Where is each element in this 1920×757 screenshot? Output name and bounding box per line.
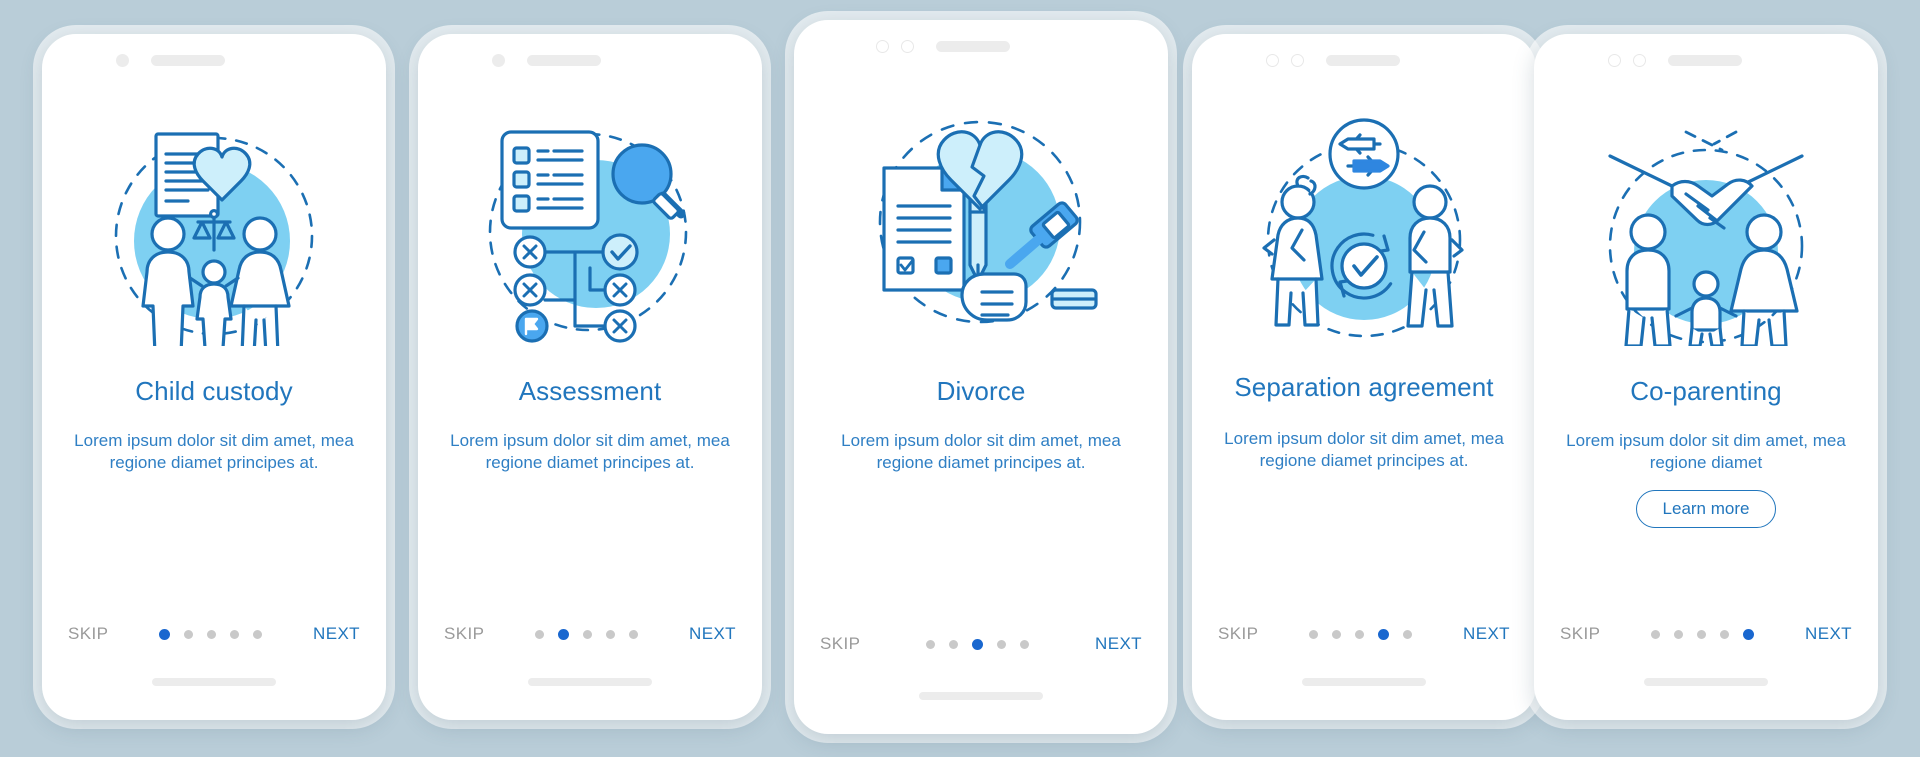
pagination-dot[interactable] bbox=[1309, 629, 1319, 639]
pill-bar-icon bbox=[936, 40, 1010, 52]
home-indicator bbox=[1302, 678, 1426, 686]
skip-button[interactable]: SKIP bbox=[820, 634, 860, 654]
pagination-dot[interactable] bbox=[972, 638, 984, 650]
pagination-dot[interactable] bbox=[230, 629, 240, 639]
pagination-dots bbox=[926, 638, 1030, 650]
next-button[interactable]: NEXT bbox=[1463, 624, 1510, 644]
page-description: Lorem ipsum dolor sit dim amet, mea regi… bbox=[450, 431, 730, 472]
circle-ring-icon bbox=[876, 39, 889, 53]
pagination-dot[interactable] bbox=[583, 629, 593, 639]
pagination-dot[interactable] bbox=[207, 629, 217, 639]
home-indicator bbox=[528, 678, 652, 686]
home-indicator bbox=[152, 678, 276, 686]
page-title: Assessment bbox=[518, 376, 662, 406]
pagination-dot[interactable] bbox=[1332, 629, 1342, 639]
status-bar bbox=[42, 34, 386, 86]
pagination-dot[interactable] bbox=[1697, 629, 1707, 639]
pagination-dot[interactable] bbox=[1674, 629, 1684, 639]
circle-ring-icon bbox=[1608, 53, 1621, 67]
page-title: Co-parenting bbox=[1630, 376, 1782, 406]
pagination-dot[interactable] bbox=[949, 639, 959, 649]
onboarding-nav: SKIP NEXT bbox=[1192, 624, 1536, 644]
pagination-dot[interactable] bbox=[1403, 629, 1413, 639]
page-description: Lorem ipsum dolor sit dim amet, mea regi… bbox=[74, 431, 354, 472]
skip-button[interactable]: SKIP bbox=[1218, 624, 1258, 644]
pagination-dot[interactable] bbox=[926, 639, 936, 649]
status-bar bbox=[418, 34, 762, 86]
pagination-dots bbox=[1309, 628, 1413, 640]
card-copy: Separation agreement Lorem ipsum dolor s… bbox=[1192, 360, 1536, 472]
onboarding-card-co-parenting: Co-parenting Lorem ipsum dolor sit dim a… bbox=[1534, 34, 1878, 720]
pagination-dot[interactable] bbox=[997, 639, 1007, 649]
illustration-couple-apart-exchange-refresh bbox=[1192, 92, 1536, 360]
onboarding-card-assessment: Assessment Lorem ipsum dolor sit dim ame… bbox=[418, 34, 762, 720]
skip-button[interactable]: SKIP bbox=[68, 624, 108, 644]
home-indicator bbox=[919, 692, 1043, 700]
onboarding-card-divorce: Divorce Lorem ipsum dolor sit dim amet, … bbox=[794, 20, 1168, 734]
illustration-document-pen-broken-heart-gavel bbox=[794, 78, 1168, 360]
pagination-dot[interactable] bbox=[184, 629, 194, 639]
card-copy: Co-parenting Lorem ipsum dolor sit dim a… bbox=[1534, 360, 1878, 474]
page-description: Lorem ipsum dolor sit dim amet, mea regi… bbox=[1566, 431, 1846, 472]
pagination-dots bbox=[159, 628, 263, 640]
onboarding-nav: SKIP NEXT bbox=[794, 634, 1168, 654]
circle-ring-icon bbox=[1266, 53, 1279, 67]
card-copy: Assessment Lorem ipsum dolor sit dim ame… bbox=[418, 360, 762, 474]
circle-filled-icon bbox=[116, 53, 129, 67]
illustration-checklist-magnifier-flowchart bbox=[418, 92, 762, 360]
circle-ring-icon bbox=[1633, 53, 1646, 67]
onboarding-nav: SKIP NEXT bbox=[1534, 624, 1878, 644]
illustration-family-document-scales-heart bbox=[42, 92, 386, 360]
circle-filled-icon bbox=[492, 53, 505, 67]
pagination-dot[interactable] bbox=[1651, 629, 1661, 639]
pagination-dots bbox=[1651, 628, 1755, 640]
pagination-dot[interactable] bbox=[535, 629, 545, 639]
page-description: Lorem ipsum dolor sit dim amet, mea regi… bbox=[1224, 429, 1504, 470]
circle-ring-icon bbox=[1291, 53, 1304, 67]
onboarding-nav: SKIP NEXT bbox=[42, 624, 386, 644]
learn-more-button[interactable]: Learn more bbox=[1635, 489, 1777, 529]
onboarding-screens-stage: Child custody Lorem ipsum dolor sit dim … bbox=[0, 0, 1920, 757]
illustration-handshake-family bbox=[1534, 92, 1878, 360]
pagination-dot[interactable] bbox=[1378, 628, 1390, 640]
next-button[interactable]: NEXT bbox=[689, 624, 736, 644]
card-copy: Child custody Lorem ipsum dolor sit dim … bbox=[42, 360, 386, 474]
home-indicator bbox=[1644, 678, 1768, 686]
learn-more-wrapper: Learn more bbox=[1534, 489, 1878, 529]
status-bar bbox=[1192, 34, 1536, 86]
pagination-dot[interactable] bbox=[629, 629, 639, 639]
pagination-dot[interactable] bbox=[159, 628, 171, 640]
page-title: Separation agreement bbox=[1234, 372, 1494, 402]
skip-button[interactable]: SKIP bbox=[444, 624, 484, 644]
pill-bar-icon bbox=[527, 54, 601, 66]
page-title: Divorce bbox=[936, 376, 1026, 406]
status-bar bbox=[1534, 34, 1878, 86]
page-title: Child custody bbox=[135, 376, 293, 406]
next-button[interactable]: NEXT bbox=[313, 624, 360, 644]
pagination-dot[interactable] bbox=[1355, 629, 1365, 639]
pagination-dot[interactable] bbox=[1720, 629, 1730, 639]
status-bar bbox=[794, 20, 1168, 72]
next-button[interactable]: NEXT bbox=[1805, 624, 1852, 644]
pill-bar-icon bbox=[1326, 54, 1400, 66]
pagination-dot[interactable] bbox=[606, 629, 616, 639]
skip-button[interactable]: SKIP bbox=[1560, 624, 1600, 644]
pagination-dots bbox=[535, 628, 639, 640]
pill-bar-icon bbox=[1668, 54, 1742, 66]
pagination-dot[interactable] bbox=[1020, 639, 1030, 649]
pagination-dot[interactable] bbox=[253, 629, 263, 639]
pagination-dot[interactable] bbox=[1743, 628, 1755, 640]
pill-bar-icon bbox=[151, 54, 225, 66]
onboarding-card-separation-agreement: Separation agreement Lorem ipsum dolor s… bbox=[1192, 34, 1536, 720]
onboarding-nav: SKIP NEXT bbox=[418, 624, 762, 644]
pagination-dot[interactable] bbox=[558, 628, 570, 640]
onboarding-card-child-custody: Child custody Lorem ipsum dolor sit dim … bbox=[42, 34, 386, 720]
circle-ring-icon bbox=[901, 39, 914, 53]
card-copy: Divorce Lorem ipsum dolor sit dim amet, … bbox=[794, 360, 1168, 474]
next-button[interactable]: NEXT bbox=[1095, 634, 1142, 654]
page-description: Lorem ipsum dolor sit dim amet, mea regi… bbox=[841, 431, 1121, 472]
